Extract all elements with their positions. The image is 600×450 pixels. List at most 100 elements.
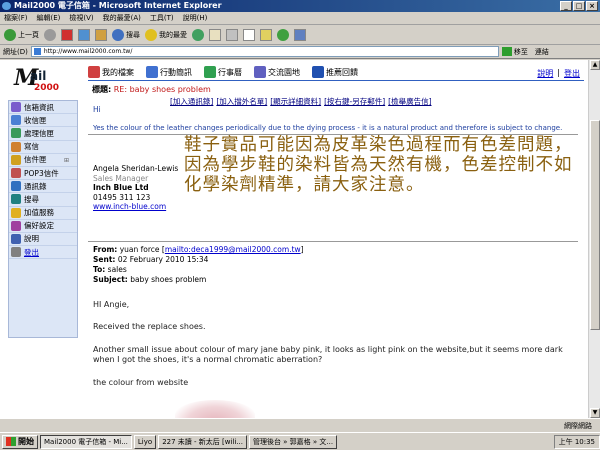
url-input[interactable]: http://www.mail2000.com.tw/: [30, 46, 499, 57]
sidebar-item-label: 收信匣: [24, 115, 47, 125]
history-button[interactable]: [192, 28, 204, 41]
task-unread[interactable]: 227 未讀 - 新太后 [wili...: [158, 434, 247, 449]
maximize-button[interactable]: □: [573, 1, 585, 11]
files-icon: [88, 66, 100, 78]
address-label: 網址(D): [3, 47, 28, 56]
preferences-icon: [11, 220, 21, 231]
menu-edit[interactable]: 編輯(E): [37, 13, 61, 23]
mail2000-logo[interactable]: M ail 2000: [10, 63, 78, 95]
stop-button[interactable]: [61, 28, 73, 41]
refresh-button[interactable]: [78, 28, 90, 41]
nav-my-files[interactable]: 我的檔案: [88, 66, 134, 78]
subject-line-value: baby shoes problem: [130, 275, 207, 284]
ie-icon: [2, 2, 11, 10]
menu-bar: 檔案(F) 編輯(E) 檢視(V) 我的最愛(A) 工具(T) 說明(H): [0, 12, 600, 25]
window-controls: _ □ ×: [560, 1, 598, 11]
sidebar-item-value-added[interactable]: 加值服務: [9, 207, 77, 220]
header-separator: [88, 241, 578, 242]
forward-arrow-icon: [44, 28, 56, 41]
print-button[interactable]: [226, 28, 238, 41]
task-mail2000[interactable]: Mail2000 電子信箱 - Mi...: [40, 434, 132, 449]
research-icon: [294, 28, 306, 41]
sidebar-item-label: 搜尋: [24, 194, 39, 204]
start-label: 開始: [18, 437, 34, 446]
link-separator: |: [557, 68, 560, 77]
go-arrow-icon: [501, 47, 512, 56]
discuss-button[interactable]: [260, 28, 272, 41]
favorites-button[interactable]: 我的最愛: [145, 28, 187, 41]
nav-calendar[interactable]: 行事曆: [204, 66, 242, 78]
sent-value: 02 February 2010 15:34: [117, 255, 209, 264]
body-greeting: HI Angie,: [93, 300, 130, 309]
menu-file[interactable]: 檔案(F): [4, 13, 28, 23]
scroll-thumb[interactable]: [590, 120, 600, 330]
vertical-scrollbar[interactable]: ▲ ▼: [588, 60, 600, 418]
messenger-button[interactable]: [277, 28, 289, 41]
window-titlebar: Mail2000 電子信箱 - Microsoft Internet Explo…: [0, 0, 600, 12]
favorites-label: 我的最愛: [159, 30, 187, 39]
body-colour: the colour from website: [93, 378, 189, 387]
taskbar: 開始 Mail2000 電子信箱 - Mi... Liyo 227 未讀 - 新…: [0, 432, 600, 450]
subject-key: 標題:: [92, 85, 112, 94]
mail-button[interactable]: [209, 28, 221, 41]
browser-toolbar: 上一頁 搜尋 我的最愛: [0, 25, 600, 45]
add-contact-link[interactable]: [加入通訊錄]: [170, 96, 213, 107]
research-button[interactable]: [294, 28, 306, 41]
message-actions: [加入通訊錄] [加入擋外名單] [顯示詳細資料] [按右鍵-另存郵件] [檢舉…: [170, 96, 432, 107]
report-spam-link[interactable]: [檢舉廣告信]: [388, 96, 431, 107]
search-button[interactable]: 搜尋: [112, 28, 140, 41]
show-details-link[interactable]: [顯示詳細資料]: [270, 96, 321, 107]
sidebar-item-logout[interactable]: 登出: [9, 246, 77, 260]
sidebar-item-contacts[interactable]: 通訊錄: [9, 180, 77, 194]
task-liyo[interactable]: Liyo: [133, 434, 157, 449]
expand-icon[interactable]: ⊞: [64, 157, 69, 164]
sidebar-item-help[interactable]: 說明: [9, 233, 77, 247]
help-link[interactable]: 說明: [537, 68, 553, 79]
minimize-button[interactable]: _: [560, 1, 572, 11]
back-button[interactable]: 上一頁: [4, 28, 39, 41]
block-sender-link[interactable]: [加入擋外名單]: [216, 96, 267, 107]
leather-note: Yes the colour of the leather changes pe…: [93, 124, 563, 132]
menu-tools[interactable]: 工具(T): [150, 13, 174, 23]
forward-button[interactable]: [44, 28, 56, 41]
menu-favorites[interactable]: 我的最愛(A): [103, 13, 141, 23]
from-mailto-link[interactable]: mailto:deca1999@mail2000.com.tw: [165, 245, 301, 254]
sidebar-item-preferences[interactable]: 偏好設定: [9, 220, 77, 233]
task-admin[interactable]: 管理後台 » 郭嘉格 » 文...: [248, 434, 338, 449]
sidebar-item-folders[interactable]: 信件匣 ⊞: [9, 154, 77, 167]
edit-button[interactable]: [243, 28, 255, 41]
clock[interactable]: 上午 10:35: [559, 437, 595, 447]
home-button[interactable]: [95, 28, 107, 41]
to-key: To:: [93, 265, 106, 274]
sidebar-item-compose[interactable]: 寫信: [9, 141, 77, 154]
chinese-annotation: 鞋子實品可能因為皮革染色過程而有色差問題，因為學步鞋的染料皆為天然有機，色差控制…: [184, 135, 573, 195]
subject-value: RE: baby shoes problem: [113, 85, 211, 94]
signature: Angela Sheridan-Lewis Sales Manager Inch…: [93, 164, 178, 212]
nav-forum[interactable]: 交流園地: [254, 66, 300, 78]
scroll-down-icon[interactable]: ▼: [590, 408, 600, 418]
sidebar-item-mailbox-info[interactable]: 信箱資訊: [9, 101, 77, 115]
menu-help[interactable]: 說明(H): [183, 13, 208, 23]
menu-view[interactable]: 檢視(V): [69, 13, 93, 23]
close-button[interactable]: ×: [586, 1, 598, 11]
info-icon: [11, 102, 21, 113]
sidebar-item-processing[interactable]: 處理信匣: [9, 127, 77, 141]
go-button[interactable]: 移至: [501, 47, 528, 57]
sidebar-item-inbox[interactable]: 收信匣: [9, 114, 77, 128]
sidebar-item-pop3[interactable]: POP3信件: [9, 167, 77, 181]
sig-website-link[interactable]: www.inch-blue.com: [93, 202, 166, 211]
sidebar-item-label: 寫信: [24, 142, 39, 152]
page-icon: [33, 48, 41, 55]
back-label: 上一頁: [18, 30, 39, 39]
save-mail-link[interactable]: [按右鍵-另存郵件]: [324, 96, 385, 107]
logout-link[interactable]: 登出: [564, 68, 580, 79]
sidebar-item-search[interactable]: 搜尋: [9, 193, 77, 207]
scroll-up-icon[interactable]: ▲: [590, 60, 600, 70]
nav-sms[interactable]: 行動簡訊: [146, 66, 192, 78]
system-tray: 上午 10:35: [553, 434, 600, 449]
inbox-icon: [11, 115, 21, 126]
nav-feedback[interactable]: 推薦回饋: [312, 66, 358, 78]
links-button[interactable]: 連結: [535, 47, 549, 57]
sidebar-item-label: 登出: [24, 247, 39, 257]
start-button[interactable]: 開始: [2, 434, 38, 449]
